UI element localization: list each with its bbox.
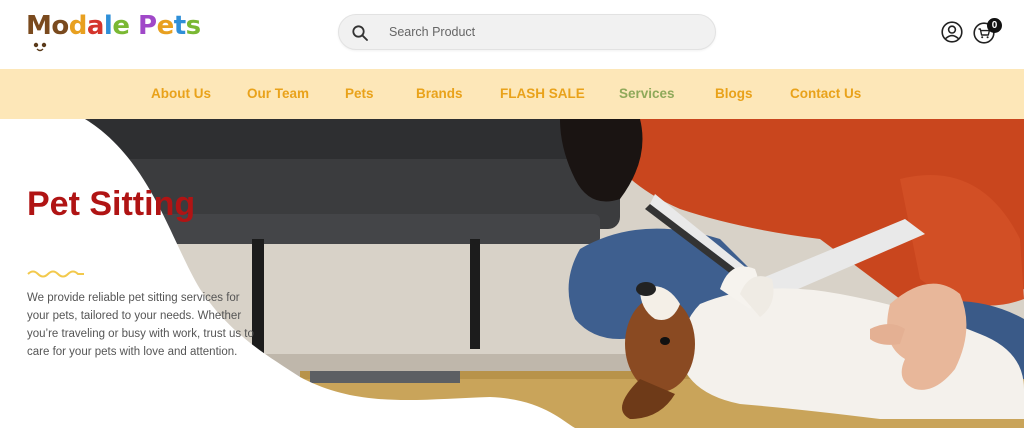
nav-item-our-team[interactable]: Our Team <box>247 69 309 119</box>
hero-description: We provide reliable pet sitting services… <box>27 292 254 358</box>
hero-title: Pet Sitting <box>27 185 196 223</box>
nav-item-pets[interactable]: Pets <box>345 69 374 119</box>
nav-item-brands[interactable]: Brands <box>416 69 463 119</box>
logo-part: e <box>112 11 130 41</box>
nav-item-services[interactable]: Services <box>619 69 675 119</box>
nav-item-about-us[interactable]: About Us <box>151 69 211 119</box>
hero-wave-overlay <box>0 119 575 428</box>
logo-part: t <box>173 11 186 41</box>
main-nav: About Us Our Team Pets Brands FLASH SALE… <box>0 69 1024 119</box>
logo-part: s <box>185 11 201 41</box>
logo-part: e <box>156 11 175 41</box>
logo-part: a <box>86 11 105 41</box>
search-icon[interactable] <box>351 24 369 42</box>
site-header: Modale Pets 0 <box>0 0 1024 69</box>
logo-part: d <box>68 11 88 41</box>
search-input[interactable] <box>389 15 699 49</box>
nav-item-contact-us[interactable]: Contact Us <box>790 69 861 119</box>
nav-item-flash-sale[interactable]: FLASH SALE <box>500 69 585 119</box>
brand-logo[interactable]: Modale Pets <box>26 11 201 52</box>
search-bar[interactable] <box>338 14 716 50</box>
cart-count-badge: 0 <box>987 18 1002 33</box>
dog-face-icon <box>33 42 47 52</box>
hero-banner: Pet Sitting We provide reliable pet sitt… <box>0 119 1024 428</box>
decorative-squiggle-icon <box>27 270 84 278</box>
user-account-icon[interactable] <box>941 21 963 43</box>
logo-part: Mo <box>26 11 69 41</box>
logo-part: P <box>129 11 157 41</box>
logo-wordmark: Modale Pets <box>26 11 201 41</box>
nav-item-blogs[interactable]: Blogs <box>715 69 753 119</box>
